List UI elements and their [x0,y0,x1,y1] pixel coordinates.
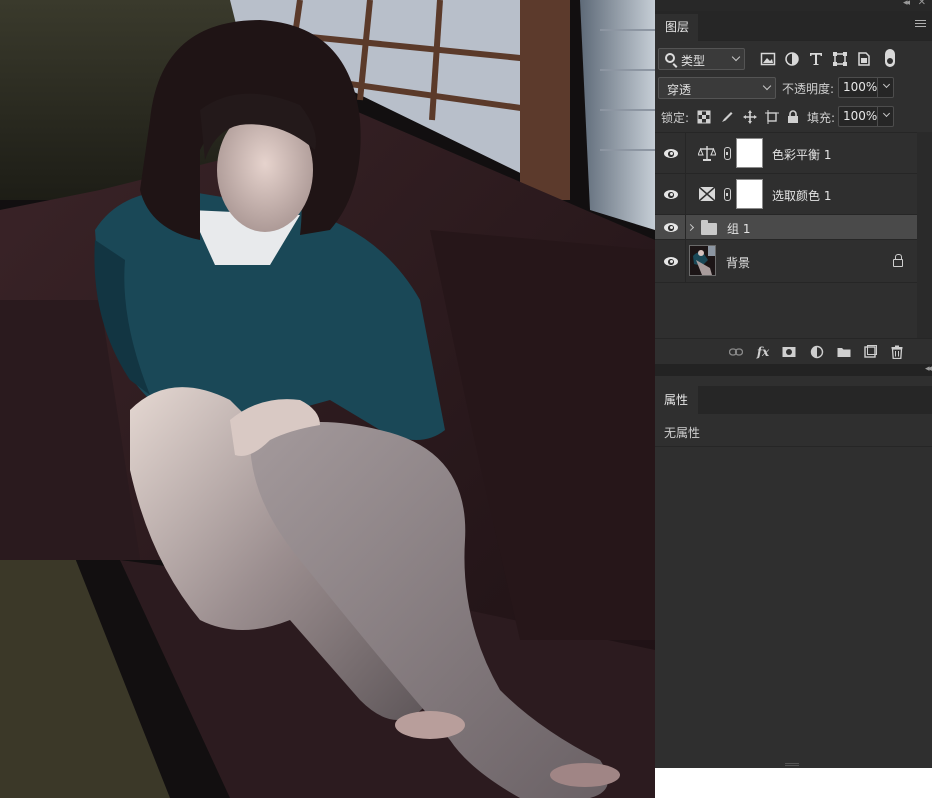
layers-toolbar: fx [655,338,932,364]
smart-object-filter-icon[interactable] [856,51,872,67]
thumbnail-image [690,246,715,275]
layer-filter-select[interactable]: 类型 [658,48,745,70]
type-filter-icon[interactable] [808,51,824,67]
expand-chevron-icon[interactable] [686,223,695,232]
blend-mode-value: 穿透 [667,83,692,97]
fill-value: 100% [843,109,878,123]
opacity-label: 不透明度: [782,82,835,96]
layer-name: 组 1 [727,222,751,236]
lock-all-icon[interactable] [786,110,800,124]
link-chain-icon[interactable] [724,147,731,160]
photo-image [0,0,655,798]
chevron-down-icon [882,109,891,118]
layers-tab-bar: 图层 [655,11,932,41]
shape-filter-icon[interactable] [832,51,848,67]
layer-mask-thumbnail[interactable] [736,179,763,209]
panel-divider[interactable]: ◂◂ [655,364,932,376]
layer-name: 选取颜色 1 [772,189,832,203]
layer-thumbnail[interactable] [689,245,716,276]
fill-label: 填充: [807,111,836,125]
layer-row[interactable]: 背景 [655,240,917,283]
fx-effects-icon[interactable]: fx [756,345,770,359]
close-panel-icon[interactable]: ✕ [918,0,926,8]
lock-position-icon[interactable] [743,110,757,124]
visibility-eye-icon[interactable] [664,149,678,158]
chevron-down-icon [882,80,891,89]
fill-field[interactable]: 100% [838,106,894,127]
visibility-eye-icon[interactable] [664,257,678,266]
selective-color-icon [698,186,716,202]
tab-layers[interactable]: 图层 [655,14,698,41]
visibility-eye-icon[interactable] [664,223,678,232]
panel-menu-icon[interactable] [915,20,926,29]
panels-dock: ◂◂ ✕ 图层 类型 穿透 不透明度: 100% 锁定: 填充: 100% 色彩… [655,0,932,798]
layer-row[interactable]: 色彩平衡 1 [655,133,917,174]
collapse-panels-icon[interactable]: ◂◂ [925,364,932,374]
lock-artboard-icon[interactable] [765,110,779,124]
new-adjustment-layer-icon[interactable] [810,345,824,359]
layers-list: 色彩平衡 1 选取颜色 1 组 1 背景 [655,132,917,338]
folder-icon [701,220,717,235]
layer-row-group[interactable]: 组 1 [655,215,917,240]
filter-toggle-switch[interactable] [885,49,895,67]
chevron-down-icon [731,52,741,62]
blank-area [655,768,932,798]
chevron-down-icon [762,81,772,91]
properties-tab-bar: 属性 [655,386,932,414]
new-group-icon[interactable] [837,345,851,359]
lock-icon[interactable] [893,254,903,267]
color-balance-icon [698,146,716,161]
visibility-eye-icon[interactable] [664,190,678,199]
trash-icon[interactable] [890,345,904,359]
resize-grip[interactable] [785,763,799,766]
lock-transparent-pixels-icon[interactable] [697,110,711,124]
add-mask-icon[interactable] [782,345,796,359]
link-chain-icon[interactable] [724,188,731,201]
layers-scrollbar[interactable] [917,132,932,338]
image-filter-icon[interactable] [760,51,776,67]
layer-name: 色彩平衡 1 [772,148,832,162]
link-layers-icon[interactable] [729,345,743,359]
opacity-slider-button[interactable] [877,78,893,97]
properties-body: 无属性 [655,414,932,762]
lock-image-pixels-icon[interactable] [720,110,734,124]
layer-mask-thumbnail[interactable] [736,138,763,168]
no-properties-text: 无属性 [664,426,701,440]
document-canvas[interactable] [0,0,655,798]
tab-properties[interactable]: 属性 [655,386,698,414]
adjustment-filter-icon[interactable] [784,51,800,67]
fill-slider-button[interactable] [877,107,893,126]
opacity-field[interactable]: 100% [838,77,894,98]
lock-label: 锁定: [661,111,690,125]
search-icon [665,53,675,63]
layer-row[interactable]: 选取颜色 1 [655,174,917,215]
blend-mode-select[interactable]: 穿透 [658,77,776,99]
dock-header: ◂◂ ✕ [655,0,932,11]
filter-kind-label: 类型 [681,54,706,68]
opacity-value: 100% [843,80,878,94]
new-layer-icon[interactable] [863,345,877,359]
layer-name: 背景 [726,256,751,270]
collapse-panels-icon[interactable]: ◂◂ [903,0,910,8]
